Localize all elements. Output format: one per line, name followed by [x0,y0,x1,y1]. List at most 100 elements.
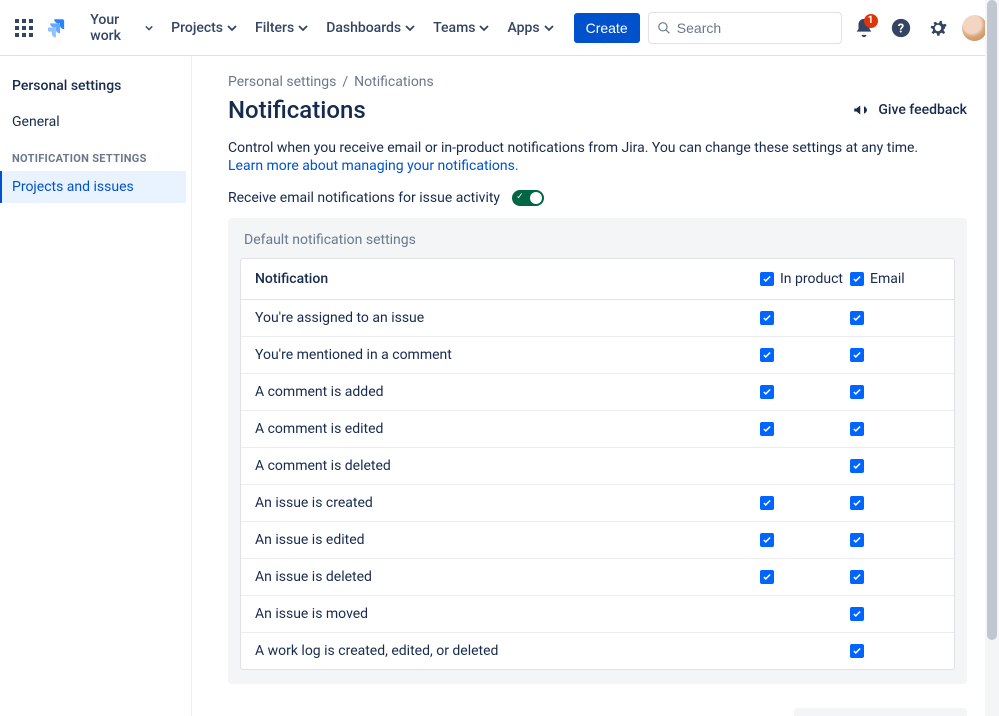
row-email [850,422,940,436]
email-checkbox[interactable] [850,644,864,658]
sidebar: Personal settings General NOTIFICATION S… [0,56,192,716]
in-product-checkbox[interactable] [760,607,774,621]
nav-item-label: Teams [433,20,475,36]
breadcrumb: Personal settings / Notifications [228,74,967,90]
create-button[interactable]: Create [574,13,640,43]
in-product-checkbox[interactable] [760,570,774,584]
row-in-product [760,311,850,325]
col-email-label: Email [870,271,905,287]
chevron-down-icon [227,23,237,33]
row-email [850,533,940,547]
nav-items: Your work Projects Filters Dashboards Teams A… [82,6,561,50]
megaphone-icon [852,101,870,119]
col-notification: Notification [255,271,760,287]
search-box[interactable] [648,12,843,44]
help-icon[interactable]: ? [886,12,917,44]
app-switcher-icon[interactable] [8,12,39,44]
row-label: You're mentioned in a comment [255,347,760,363]
svg-text:?: ? [898,21,904,36]
email-toggle[interactable]: ✓ [512,190,544,206]
vertical-scrollbar[interactable] [985,0,999,716]
email-checkbox[interactable] [850,385,864,399]
main-content: Personal settings / Notifications Notifi… [192,56,999,716]
breadcrumb-personal-settings[interactable]: Personal settings [228,74,336,90]
nav-item-label: Filters [255,20,294,36]
nav-item-your-work[interactable]: Your work [82,6,161,50]
col-in-product: In product [760,271,850,287]
page-title: Notifications [228,96,366,124]
nav-item-label: Dashboards [326,20,401,36]
chevron-down-icon [405,23,415,33]
chevron-down-icon [544,23,554,33]
nav-item-filters[interactable]: Filters [247,14,316,42]
search-input[interactable] [677,20,834,36]
page-description: Control when you receive email or in-pro… [228,140,967,156]
scrollbar-thumb[interactable] [987,0,997,640]
email-checkbox[interactable] [850,496,864,510]
table-row: A comment is edited [241,411,954,448]
table-row: An issue is created [241,485,954,522]
row-email [850,644,940,658]
table-row: A work log is created, edited, or delete… [241,633,954,669]
row-label: You're assigned to an issue [255,310,760,326]
row-in-product [760,459,850,473]
email-header-checkbox[interactable] [850,272,864,286]
nav-item-dashboards[interactable]: Dashboards [318,14,423,42]
col-in-product-label: In product [780,271,843,287]
email-checkbox[interactable] [850,533,864,547]
row-email [850,496,940,510]
table-row: You're assigned to an issue [241,300,954,337]
email-checkbox[interactable] [850,607,864,621]
notification-table: Notification In product Email You're ass… [240,258,955,670]
row-label: An issue is created [255,495,760,511]
row-label: A comment is deleted [255,458,760,474]
nav-item-projects[interactable]: Projects [163,14,245,42]
avatar[interactable] [962,15,987,41]
table-row: An issue is edited [241,522,954,559]
chevron-down-icon [298,23,308,33]
notifications-badge: 1 [864,14,878,28]
email-checkbox[interactable] [850,348,864,362]
toggle-check-icon: ✓ [516,192,524,202]
top-navigation: Your work Projects Filters Dashboards Teams A… [0,0,999,56]
email-checkbox[interactable] [850,422,864,436]
in-product-checkbox[interactable] [760,385,774,399]
nav-item-label: Apps [507,20,539,36]
col-email: Email [850,271,940,287]
email-checkbox[interactable] [850,311,864,325]
nav-item-label: Your work [90,12,141,44]
in-product-checkbox[interactable] [760,422,774,436]
settings-icon[interactable] [923,12,954,44]
nav-item-apps[interactable]: Apps [499,14,561,42]
notifications-icon[interactable]: 1 [848,12,879,44]
row-email [850,570,940,584]
in-product-checkbox[interactable] [760,348,774,362]
in-product-checkbox[interactable] [760,644,774,658]
row-in-product [760,496,850,510]
in-product-checkbox[interactable] [760,459,774,473]
row-email [850,385,940,399]
nav-item-label: Projects [171,20,223,36]
row-in-product [760,607,850,621]
learn-more-link[interactable]: Learn more about managing your notificat… [228,158,519,174]
row-label: An issue is moved [255,606,760,622]
in-product-header-checkbox[interactable] [760,272,774,286]
email-checkbox[interactable] [850,570,864,584]
toggle-label: Receive email notifications for issue ac… [228,190,500,206]
row-label: A work log is created, edited, or delete… [255,643,760,659]
row-email [850,607,940,621]
nav-item-teams[interactable]: Teams [425,14,497,42]
in-product-checkbox[interactable] [760,311,774,325]
jira-logo-icon[interactable] [45,14,72,42]
breadcrumb-separator: / [342,74,348,90]
table-row: An issue is moved [241,596,954,633]
email-checkbox[interactable] [850,459,864,473]
add-project-notifications-button[interactable]: Add project notifications [794,708,967,716]
sidebar-link-general[interactable]: General [6,106,186,138]
sidebar-link-projects-issues[interactable]: Projects and issues [0,171,186,203]
row-in-product [760,385,850,399]
in-product-checkbox[interactable] [760,496,774,510]
give-feedback-button[interactable]: Give feedback [852,101,967,119]
in-product-checkbox[interactable] [760,533,774,547]
table-row: An issue is deleted [241,559,954,596]
